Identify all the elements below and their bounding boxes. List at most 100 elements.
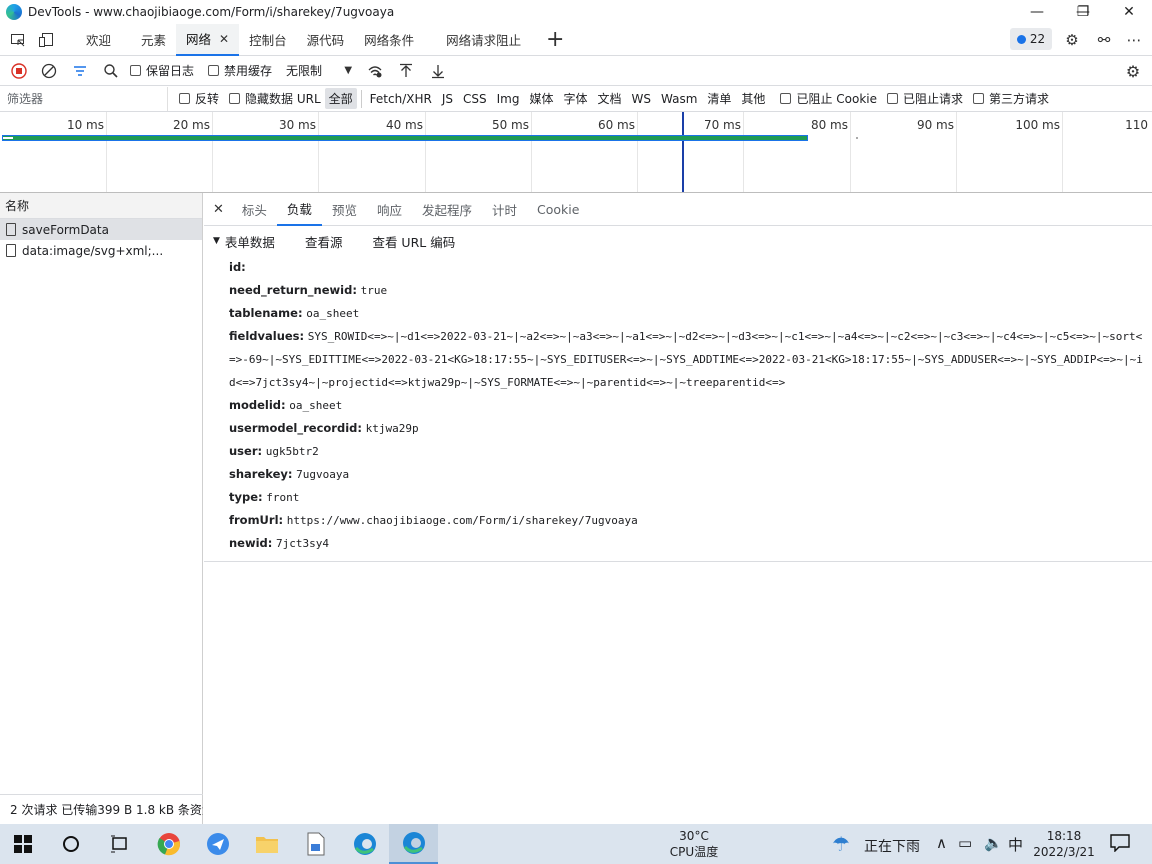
tab-initiator[interactable]: 发起程序 <box>412 193 482 226</box>
filter-type-media[interactable]: 媒体 <box>525 88 557 109</box>
task-view-icon[interactable] <box>95 824 144 864</box>
throttle-select[interactable]: 无限制 ▼ <box>282 57 356 85</box>
filter-type-doc[interactable]: 文档 <box>594 88 626 109</box>
request-detail-pane: ✕ 标头 负载 预览 响应 发起程序 计时 Cookie ▼ 表单数据 查看源 … <box>204 193 1152 824</box>
filter-type-manifest[interactable]: 清单 <box>703 88 735 109</box>
settings-gear-icon[interactable]: ⚙ <box>1058 26 1086 54</box>
filter-bar: 筛选器 反转 隐藏数据 URL 全部 Fetch/XHR JS CSS Img … <box>0 86 1152 112</box>
export-har-icon[interactable] <box>422 57 454 85</box>
detail-tabs: ✕ 标头 负载 预览 响应 发起程序 计时 Cookie <box>204 193 1152 226</box>
invert-checkbox[interactable]: 反转 <box>179 85 219 113</box>
close-tab-icon[interactable]: ✕ <box>219 32 229 46</box>
weather-widget[interactable]: 30°C CPU温度 <box>664 828 724 860</box>
disable-cache-checkbox[interactable]: 禁用缓存 <box>208 57 272 85</box>
notification-center-icon[interactable] <box>1110 834 1130 853</box>
tab-welcome[interactable]: 欢迎 <box>76 24 121 56</box>
triangle-down-icon: ▼ <box>213 236 220 246</box>
filter-type-ws[interactable]: WS <box>628 90 655 108</box>
network-settings-gear-icon[interactable]: ⚙ <box>1120 57 1146 85</box>
filter-input[interactable]: 筛选器 <box>0 86 168 111</box>
search-circle-icon[interactable] <box>46 824 95 864</box>
tab-network-conditions[interactable]: 网络条件 <box>354 24 424 56</box>
timeline-marker <box>682 112 684 192</box>
file-icon <box>6 244 16 257</box>
clock[interactable]: 18:18 2022/3/21 <box>1030 828 1098 860</box>
umbrella-icon: ☂ <box>832 832 850 856</box>
filter-type-js[interactable]: JS <box>438 90 457 108</box>
tab-elements[interactable]: 元素 <box>131 24 176 56</box>
inspect-element-icon[interactable] <box>4 26 32 54</box>
form-field: type: front <box>229 490 300 504</box>
tab-response[interactable]: 响应 <box>367 193 412 226</box>
device-emulation-icon[interactable] <box>32 26 60 54</box>
start-button[interactable] <box>0 824 46 864</box>
filter-type-img[interactable]: Img <box>493 90 524 108</box>
file-explorer-icon[interactable] <box>242 824 291 864</box>
filter-type-fetch-xhr[interactable]: Fetch/XHR <box>366 90 436 108</box>
tab-preview[interactable]: 预览 <box>322 193 367 226</box>
clear-icon[interactable] <box>34 57 64 85</box>
tab-sources[interactable]: 源代码 <box>297 24 355 56</box>
feishu-app-icon[interactable] <box>193 824 242 864</box>
ime-indicator[interactable]: 中 <box>1008 834 1023 855</box>
import-har-icon[interactable] <box>390 57 422 85</box>
request-row-data-image[interactable]: data:image/svg+xml;... <box>0 240 202 261</box>
form-field: usermodel_recordid: ktjwa29p <box>229 421 419 435</box>
message-icon <box>1016 34 1026 44</box>
edge-devtools-active-icon[interactable] <box>389 824 438 864</box>
close-detail-icon[interactable]: ✕ <box>204 193 232 226</box>
hide-data-urls-checkbox[interactable]: 隐藏数据 URL <box>229 85 321 113</box>
issues-badge[interactable]: 22 <box>1010 28 1052 50</box>
more-options-icon[interactable]: ⋯ <box>1120 26 1148 54</box>
tab-console[interactable]: 控制台 <box>239 24 297 56</box>
filter-type-wasm[interactable]: Wasm <box>657 90 701 108</box>
record-stop-button[interactable] <box>4 57 34 85</box>
preserve-log-checkbox[interactable]: 保留日志 <box>130 57 194 85</box>
filter-type-font[interactable]: 字体 <box>559 88 591 109</box>
request-waterfall-bar <box>2 135 808 141</box>
filter-icon[interactable] <box>64 57 96 85</box>
name-column-header[interactable]: 名称 <box>0 193 202 219</box>
chrome-icon[interactable] <box>144 824 193 864</box>
devtools-tab-strip: 欢迎 元素 网络 ✕ 控制台 源代码 网络条件 网络请求阻止 + 22 ⚙ ⚯ ⋯ <box>0 23 1152 56</box>
form-data-header[interactable]: ▼ 表单数据 查看源 查看 URL 编码 <box>204 226 1152 256</box>
network-toolbar: 保留日志 禁用缓存 无限制 ▼ ⚙ <box>0 56 1152 86</box>
timeline-overview[interactable]: 10 ms 20 ms 30 ms 40 ms 50 ms 60 ms 70 m… <box>0 112 1152 193</box>
request-waterfall-start <box>3 137 13 139</box>
tab-payload[interactable]: 负载 <box>276 193 322 226</box>
form-field: user: ugk5btr2 <box>229 444 319 458</box>
tab-network[interactable]: 网络 ✕ <box>176 23 240 56</box>
blocked-requests-checkbox[interactable]: 已阻止请求 <box>886 85 963 113</box>
minimize-button[interactable]: — <box>1014 0 1060 24</box>
tab-headers[interactable]: 标头 <box>232 193 277 226</box>
view-source-link[interactable]: 查看源 <box>305 232 343 251</box>
timeline-tick: 100 ms <box>1015 118 1060 132</box>
volume-icon[interactable]: 🔈 <box>984 834 1003 852</box>
tab-network-request-blocking[interactable]: 网络请求阻止 <box>436 24 531 56</box>
tab-timing[interactable]: 计时 <box>482 193 527 226</box>
tab-cookies[interactable]: Cookie <box>527 193 589 226</box>
document-app-icon[interactable] <box>291 824 340 864</box>
form-field: fieldvalues: SYS_ROWID<=>~|~d1<=>2022-03… <box>229 329 1143 389</box>
search-icon[interactable] <box>96 57 126 85</box>
blocked-cookies-checkbox[interactable]: 已阻止 Cookie <box>780 85 877 113</box>
third-party-checkbox[interactable]: 第三方请求 <box>973 85 1049 113</box>
request-row-saveformdata[interactable]: saveFormData <box>0 219 202 240</box>
customize-icon[interactable]: ⚯ <box>1090 26 1118 54</box>
form-field: need_return_newid: true <box>229 283 388 297</box>
maximize-button[interactable]: ❐ <box>1060 0 1106 24</box>
filter-type-css[interactable]: CSS <box>459 90 491 108</box>
chevron-down-icon: ▼ <box>344 65 353 76</box>
rain-status[interactable]: 正在下雨 <box>864 836 920 856</box>
window-titlebar: DevTools - www.chaojibiaoge.com/Form/i/s… <box>0 0 1152 24</box>
filter-type-all[interactable]: 全部 <box>324 88 357 109</box>
edge-browser-icon[interactable] <box>340 824 389 864</box>
network-status-icon[interactable]: ▭ <box>958 834 972 852</box>
close-window-button[interactable]: ✕ <box>1106 0 1152 24</box>
show-hidden-icons-chevron-up-icon[interactable]: ∧ <box>936 834 947 852</box>
form-field: sharekey: 7ugvoaya <box>229 467 350 481</box>
network-conditions-icon[interactable] <box>360 57 390 85</box>
filter-type-other[interactable]: 其他 <box>737 88 769 109</box>
view-url-encoded-link[interactable]: 查看 URL 编码 <box>372 232 455 251</box>
add-tab-icon[interactable]: + <box>541 26 569 54</box>
